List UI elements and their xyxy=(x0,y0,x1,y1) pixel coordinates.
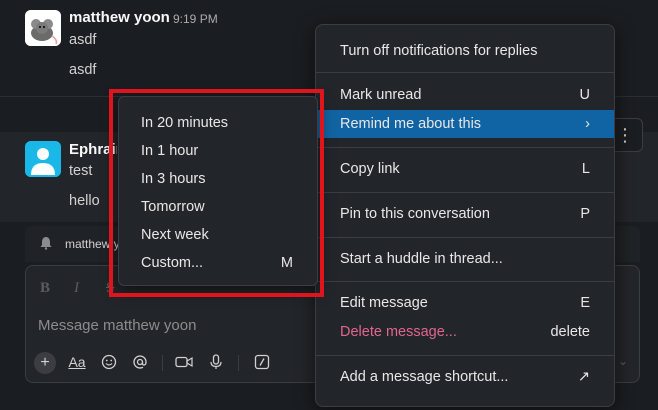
slash-command-icon[interactable] xyxy=(252,352,272,372)
message-author[interactable]: matthew yoon xyxy=(69,9,170,26)
menu-separator xyxy=(316,237,614,238)
menu-item-label: Delete message... xyxy=(340,324,457,340)
menu-item-turn-off-notifications[interactable]: Turn off notifications for replies xyxy=(316,37,614,65)
remind-option-20-minutes[interactable]: In 20 minutes xyxy=(119,110,317,136)
menu-item-label: Pin to this conversation xyxy=(340,206,490,222)
remind-option-label: Custom... xyxy=(141,255,204,271)
menu-item-remind-me[interactable]: Remind me about this › xyxy=(316,110,614,138)
slack-thread-view: matthew yoon 9:19 PM asdf asdf Ephraim t… xyxy=(0,0,658,410)
shortcut-key: P xyxy=(580,206,590,222)
message-text: asdf xyxy=(69,32,97,48)
message-author[interactable]: Ephraim xyxy=(69,141,117,158)
mention-icon[interactable] xyxy=(130,352,150,372)
remind-option-label: Tomorrow xyxy=(141,199,205,215)
remind-option-3-hours[interactable]: In 3 hours xyxy=(119,166,317,192)
menu-item-mark-unread[interactable]: Mark unread U xyxy=(316,81,614,109)
menu-item-label: Copy link xyxy=(340,161,400,177)
external-link-icon: ↗ xyxy=(577,369,590,385)
video-icon[interactable] xyxy=(173,352,195,372)
shortcut-key: delete xyxy=(550,324,590,340)
message-text: asdf xyxy=(69,62,97,78)
italic-icon[interactable]: I xyxy=(74,280,79,297)
menu-item-edit-message[interactable]: Edit message E xyxy=(316,289,614,317)
menu-item-label: Remind me about this xyxy=(340,116,482,132)
menu-separator xyxy=(316,72,614,73)
microphone-icon[interactable] xyxy=(206,352,226,372)
remind-option-custom[interactable]: Custom... M xyxy=(119,250,317,276)
plus-icon: + xyxy=(40,354,50,371)
chevron-down-icon[interactable]: ⌄ xyxy=(618,354,628,368)
shortcut-key: E xyxy=(580,295,590,311)
user-avatar[interactable] xyxy=(25,141,61,177)
remind-submenu: In 20 minutes In 1 hour In 3 hours Tomor… xyxy=(118,96,318,286)
menu-item-label: Mark unread xyxy=(340,87,422,103)
shortcut-key: U xyxy=(579,87,590,103)
menu-item-label: Turn off notifications for replies xyxy=(340,43,538,59)
menu-item-add-shortcut[interactable]: Add a message shortcut... ↗ xyxy=(316,363,614,391)
remind-option-label: In 3 hours xyxy=(141,171,206,187)
formatting-toggle-button[interactable]: Aa xyxy=(66,352,88,372)
menu-separator xyxy=(316,355,614,356)
message-context-menu: Turn off notifications for replies Mark … xyxy=(315,24,615,407)
bold-icon[interactable]: B xyxy=(40,280,50,297)
bell-icon xyxy=(40,237,52,250)
toolbar-separator xyxy=(162,355,163,371)
menu-item-pin[interactable]: Pin to this conversation P xyxy=(316,200,614,228)
remind-option-next-week[interactable]: Next week xyxy=(119,222,317,248)
message-timestamp[interactable]: 9:19 PM xyxy=(173,12,218,26)
menu-separator xyxy=(316,281,614,282)
vertical-ellipsis-icon: ⋮ xyxy=(616,124,634,145)
menu-item-label: Edit message xyxy=(340,295,428,311)
strikethrough-icon[interactable]: S xyxy=(106,280,114,297)
remind-option-label: Next week xyxy=(141,227,209,243)
chevron-right-icon: › xyxy=(585,116,590,132)
remind-option-1-hour[interactable]: In 1 hour xyxy=(119,138,317,164)
menu-item-label: Add a message shortcut... xyxy=(340,369,509,385)
remind-option-label: In 1 hour xyxy=(141,143,199,159)
remind-option-label: In 20 minutes xyxy=(141,115,229,131)
menu-item-start-huddle[interactable]: Start a huddle in thread... xyxy=(316,245,614,273)
remind-option-tomorrow[interactable]: Tomorrow xyxy=(119,194,317,220)
toolbar-separator xyxy=(238,355,239,371)
menu-separator xyxy=(316,147,614,148)
attach-button[interactable]: + xyxy=(34,352,56,374)
menu-item-label: Start a huddle in thread... xyxy=(340,251,503,267)
rat-avatar[interactable] xyxy=(25,10,61,46)
menu-item-delete-message[interactable]: Delete message... delete xyxy=(316,318,614,346)
message-text: hello xyxy=(69,193,100,209)
shortcut-key: M xyxy=(280,255,293,271)
composer-input[interactable]: Message matthew yoon xyxy=(38,317,196,334)
menu-separator xyxy=(316,192,614,193)
message-text: test xyxy=(69,163,93,179)
shortcut-key: L xyxy=(581,161,590,177)
emoji-icon[interactable] xyxy=(99,352,119,372)
menu-item-copy-link[interactable]: Copy link L xyxy=(316,155,614,183)
